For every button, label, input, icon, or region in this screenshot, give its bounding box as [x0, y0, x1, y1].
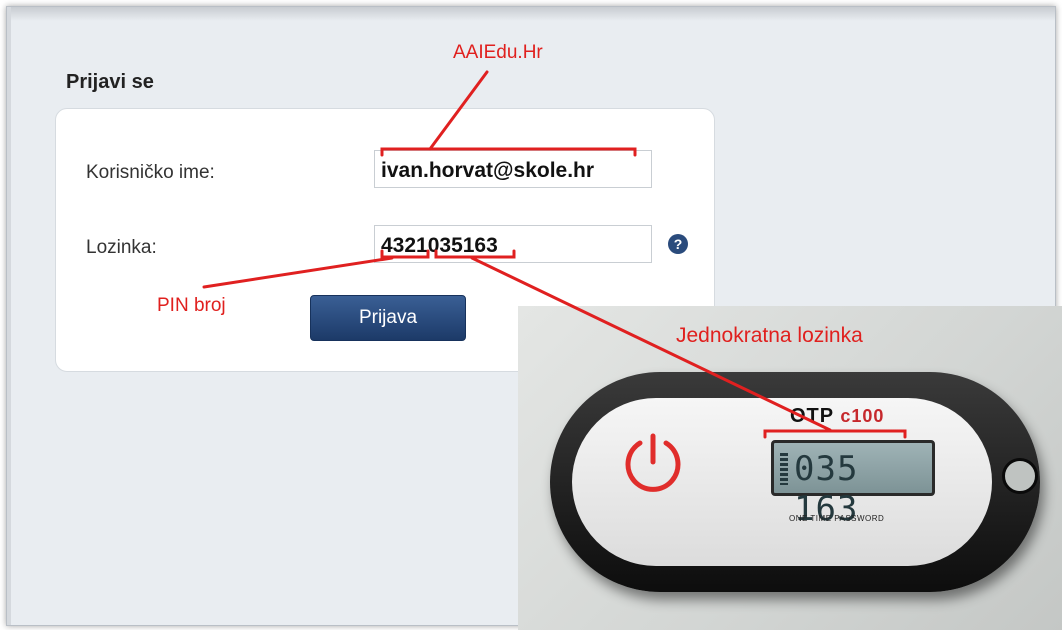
otp-token-device: OTP c100 035 163 ONE TIME PASSWORD	[550, 372, 1040, 592]
token-display: 035 163	[771, 440, 935, 529]
annotation-pin: PIN broj	[157, 295, 226, 316]
token-face: OTP c100 035 163 ONE TIME PASSWORD	[572, 398, 992, 566]
left-edge	[7, 7, 11, 625]
username-input[interactable]: ivan.horvat@skole.hr	[374, 150, 652, 188]
otp-token-photo: Jednokratna lozinka OTP c100 035 163 ONE…	[518, 306, 1062, 630]
login-title: Prijavi se	[66, 71, 154, 93]
annotation-otp: Jednokratna lozinka	[676, 324, 863, 347]
password-input[interactable]: 4321035163	[374, 225, 652, 263]
token-model: c100	[840, 406, 885, 426]
login-button[interactable]: Prijava	[310, 295, 466, 341]
battery-icon	[780, 453, 788, 485]
annotation-domain: AAIEdu.Hr	[453, 42, 543, 63]
password-label: Lozinka:	[86, 237, 157, 258]
power-icon	[625, 433, 681, 492]
question-icon[interactable]: ?	[668, 234, 688, 254]
token-caption: ONE TIME PASSWORD	[789, 514, 885, 523]
top-shadow	[7, 7, 1055, 21]
keyring-hole	[1002, 458, 1038, 494]
token-brand-name: OTP	[790, 405, 834, 427]
username-label: Korisničko ime:	[86, 162, 215, 183]
token-brand: OTP c100	[790, 405, 884, 428]
